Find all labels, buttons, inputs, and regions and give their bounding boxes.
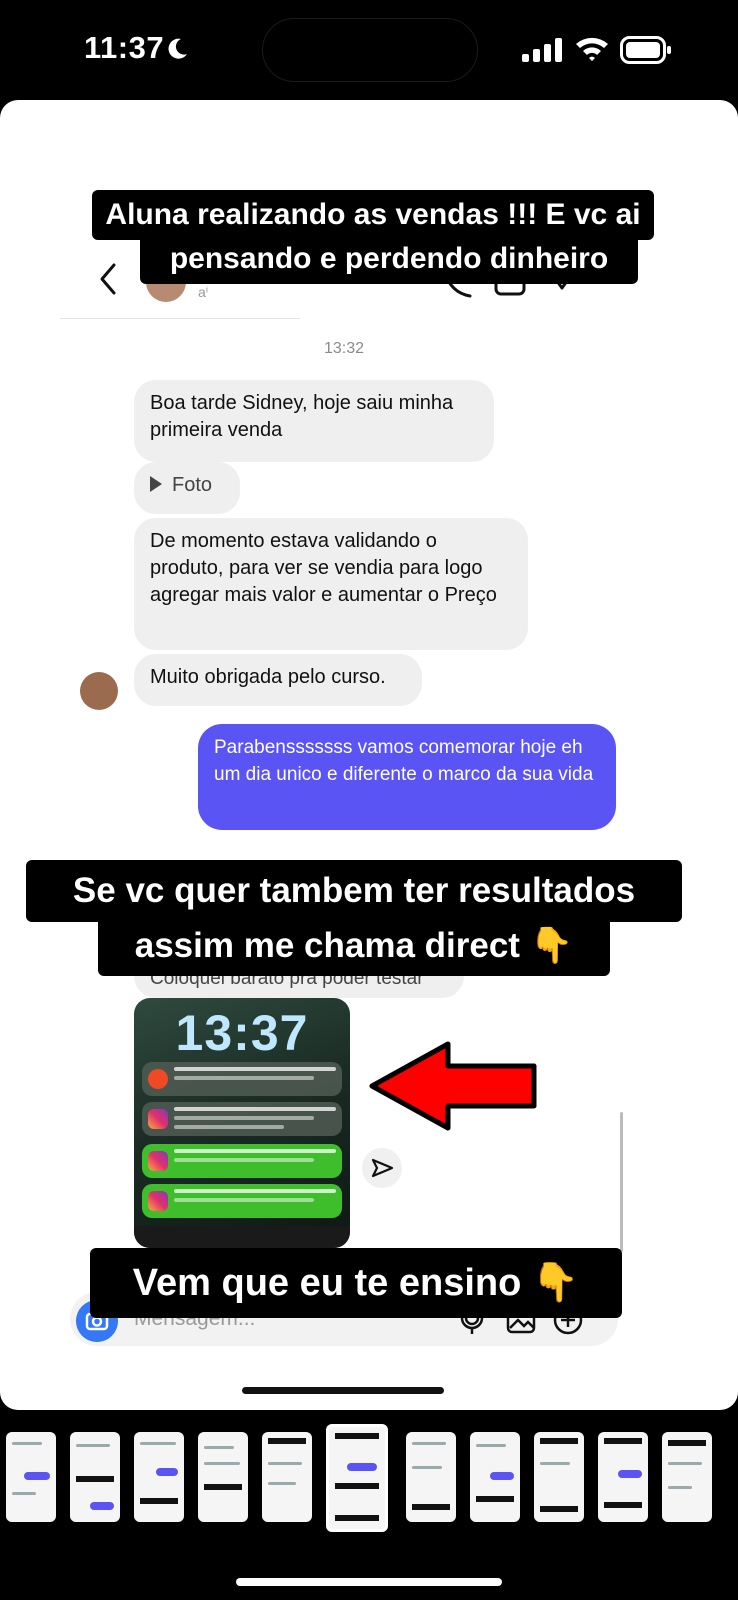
hotmart-icon — [148, 1069, 168, 1089]
sale-notification — [142, 1062, 342, 1096]
story-thumbnail[interactable] — [6, 1432, 56, 1522]
embedded-home-indicator — [242, 1387, 444, 1394]
instagram-notification — [142, 1102, 342, 1136]
battery-icon — [620, 36, 671, 64]
story-thumbnail[interactable] — [534, 1432, 584, 1522]
story-thumbnail[interactable] — [70, 1432, 120, 1522]
received-message: Boa tarde Sidney, hoje saiu minha primei… — [134, 380, 494, 462]
dynamic-island — [262, 18, 478, 82]
header-divider — [60, 318, 300, 319]
send-icon[interactable] — [362, 1148, 402, 1188]
received-message: Muito obrigada pelo curso. — [134, 654, 422, 706]
home-indicator[interactable] — [236, 1578, 502, 1586]
lockscreen-bottom — [134, 1226, 350, 1248]
story-thumbnails[interactable] — [0, 1424, 738, 1544]
moon-icon — [168, 38, 187, 59]
lockscreen-photo[interactable]: 13:37 — [134, 998, 350, 1248]
story-thumbnail[interactable] — [598, 1432, 648, 1522]
status-time: 11:37 — [84, 30, 165, 65]
wifi-icon — [576, 37, 608, 61]
instagram-icon — [148, 1191, 168, 1211]
story-thumbnail[interactable] — [134, 1432, 184, 1522]
story-thumbnail[interactable] — [470, 1432, 520, 1522]
sender-avatar[interactable] — [80, 672, 118, 710]
story-thumbnail-active[interactable] — [326, 1424, 388, 1532]
red-arrow-icon — [369, 1041, 537, 1131]
chevron-left-icon[interactable] — [96, 262, 120, 296]
play-icon — [150, 476, 162, 492]
header-subtitle: aⁱ — [198, 284, 209, 300]
status-bar: 11:37 — [0, 0, 738, 100]
chat-timestamp: 13:32 — [323, 340, 365, 357]
story-thumbnail[interactable] — [406, 1432, 456, 1522]
received-message: De momento estava validando o produto, p… — [134, 518, 528, 650]
caption-top-line1: Aluna realizando as vendas !!! E vc ai — [92, 190, 654, 240]
caption-bottom: Vem que eu te ensino 👇 — [90, 1248, 622, 1318]
instagram-icon — [148, 1109, 168, 1129]
photo-message[interactable]: Foto — [134, 462, 240, 514]
story-thumbnail[interactable] — [662, 1432, 712, 1522]
caption-top-line2: pensando e perdendo dinheiro — [140, 234, 638, 284]
caption-middle-line1: Se vc quer tambem ter resultados — [26, 860, 682, 922]
signal-icon — [522, 38, 562, 62]
scrollbar[interactable] — [620, 1112, 623, 1252]
instagram-notification — [142, 1184, 342, 1218]
photo-label: Foto — [172, 474, 213, 496]
sent-message: Parabensssssss vamos comemorar hoje eh u… — [198, 724, 616, 830]
lockscreen-time: 13:37 — [175, 1005, 309, 1061]
story-thumbnail[interactable] — [262, 1432, 312, 1522]
instagram-icon — [148, 1151, 168, 1171]
instagram-notification — [142, 1144, 342, 1178]
caption-middle-line2: assim me chama direct 👇 — [98, 916, 610, 976]
story-thumbnail[interactable] — [198, 1432, 248, 1522]
